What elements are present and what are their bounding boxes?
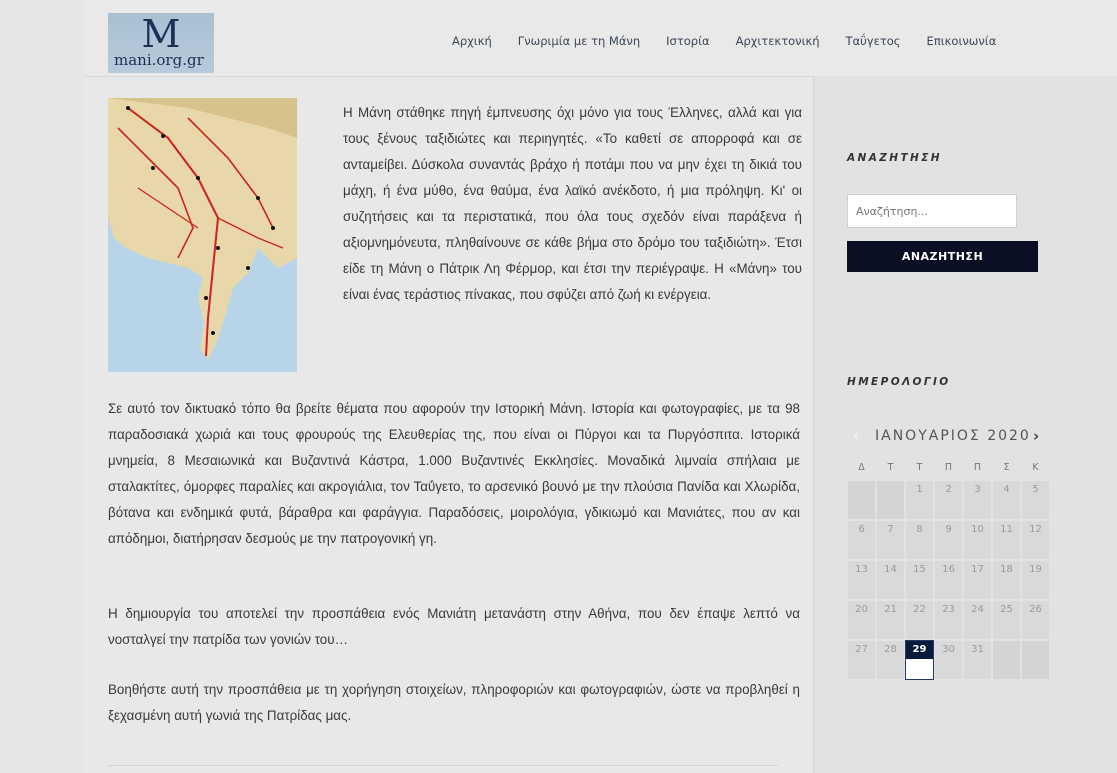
calendar-weekday: Δ (858, 462, 865, 473)
calendar-weekday: Τ (916, 462, 923, 473)
logo-text: mani.org.gr (114, 51, 204, 69)
main-content: Η Μάνη στάθηκε πηγή έμπνευσης όχι μόνο γ… (108, 76, 814, 773)
calendar-day[interactable]: 17 (963, 560, 992, 600)
calendar-day[interactable]: 13 (847, 560, 876, 600)
calendar-day[interactable]: 23 (934, 600, 963, 640)
calendar-day[interactable]: 6 (847, 520, 876, 560)
calendar-day[interactable]: 7 (876, 520, 905, 560)
page: M mani.org.gr Αρχική Γνωριμία με τη Μάνη… (84, 0, 1117, 773)
nav-item-taygetos[interactable]: Ταΰγετος (846, 34, 901, 48)
calendar-weekday: Κ (1032, 462, 1039, 473)
calendar-empty-cell (992, 640, 1021, 680)
chevron-right-icon[interactable]: › (1033, 427, 1039, 445)
content-divider (108, 765, 778, 766)
calendar-day[interactable]: 22 (905, 600, 934, 640)
chevron-left-icon[interactable]: ‹ (853, 427, 859, 445)
calendar-day[interactable]: 26 (1021, 600, 1050, 640)
site-header: M mani.org.gr Αρχική Γνωριμία με τη Μάνη… (84, 0, 1117, 77)
sidebar: ΑΝΑΖΗΤΗΣΗ ΑΝΑΖΗΤΗΣΗ ΗΜΕΡΟΛΟΓΙΟ ‹ ΙΑΝΟΥΑΡ… (813, 76, 1117, 773)
search-widget-title: ΑΝΑΖΗΤΗΣΗ (847, 152, 942, 164)
calendar-day[interactable]: 16 (934, 560, 963, 600)
site-logo[interactable]: M mani.org.gr (108, 13, 214, 73)
main-nav: Αρχική Γνωριμία με τη Μάνη Ιστορία Αρχιτ… (452, 34, 996, 48)
calendar-day[interactable]: 30 (934, 640, 963, 680)
body-paragraph-3: Βοηθήστε αυτή την προσπάθεια με τη χορήγ… (108, 682, 800, 723)
calendar-day[interactable]: 24 (963, 600, 992, 640)
calendar-day[interactable]: 8 (905, 520, 934, 560)
calendar-day[interactable]: 5 (1021, 480, 1050, 520)
calendar-day-today[interactable]: 29 (905, 640, 934, 680)
nav-item-architecture[interactable]: Αρχιτεκτονική (736, 34, 820, 48)
nav-item-about-mani[interactable]: Γνωριμία με τη Μάνη (518, 34, 640, 48)
calendar-empty-cell (1021, 640, 1050, 680)
calendar-day[interactable]: 25 (992, 600, 1021, 640)
calendar-header: ‹ ΙΑΝΟΥΑΡΙΟΣ 2020 › (847, 418, 1050, 456)
calendar-month-title: ΙΑΝΟΥΑΡΙΟΣ 2020 (875, 428, 1031, 444)
calendar-day[interactable]: 4 (992, 480, 1021, 520)
calendar-day[interactable]: 14 (876, 560, 905, 600)
nav-item-contact[interactable]: Επικοινωνία (927, 34, 997, 48)
calendar-day[interactable]: 10 (963, 520, 992, 560)
calendar-day[interactable]: 15 (905, 560, 934, 600)
calendar-empty-cell (876, 480, 905, 520)
body-paragraph-2: Η δημιουργία του αποτελεί την προσπάθεια… (108, 606, 800, 647)
calendar-empty-cell (847, 480, 876, 520)
calendar-day[interactable]: 27 (847, 640, 876, 680)
search-input[interactable] (847, 194, 1017, 228)
calendar-day[interactable]: 11 (992, 520, 1021, 560)
calendar-day[interactable]: 18 (992, 560, 1021, 600)
calendar-day[interactable]: 3 (963, 480, 992, 520)
calendar-day[interactable]: 20 (847, 600, 876, 640)
calendar-widget-title: ΗΜΕΡΟΛΟΓΙΟ (847, 376, 951, 388)
calendar-weekday: Π (973, 462, 982, 473)
calendar-day[interactable]: 31 (963, 640, 992, 680)
calendar-day[interactable]: 1 (905, 480, 934, 520)
calendar-day[interactable]: 12 (1021, 520, 1050, 560)
nav-item-home[interactable]: Αρχική (452, 34, 492, 48)
calendar-weekday: Π (944, 462, 953, 473)
calendar-day[interactable]: 9 (934, 520, 963, 560)
intro-paragraph: Η Μάνη στάθηκε πηγή έμπνευσης όχι μόνο γ… (343, 105, 802, 302)
calendar-grid: Δ Τ Τ Π Π Σ Κ 1 2 3 4 5 6 7 8 9 10 11 12 13 14 15 16 17 18 19 20 21… (847, 456, 1050, 680)
logo-letter: M (141, 12, 181, 56)
mani-map-image (108, 98, 297, 372)
search-button[interactable]: ΑΝΑΖΗΤΗΣΗ (847, 241, 1038, 272)
calendar-day[interactable]: 2 (934, 480, 963, 520)
calendar-day[interactable]: 19 (1021, 560, 1050, 600)
calendar-day[interactable]: 28 (876, 640, 905, 680)
calendar: ‹ ΙΑΝΟΥΑΡΙΟΣ 2020 › Δ Τ Τ Π Π Σ Κ 1 2 3 4 5 6 7 8 9 10 11… (847, 418, 1050, 680)
body-paragraph-1: Σε αυτό τον δικτυακό τόπο θα βρείτε θέμα… (108, 401, 800, 546)
calendar-day[interactable]: 21 (876, 600, 905, 640)
calendar-weekday: Τ (887, 462, 894, 473)
calendar-weekday: Σ (1003, 462, 1010, 473)
nav-item-history[interactable]: Ιστορία (666, 34, 709, 48)
